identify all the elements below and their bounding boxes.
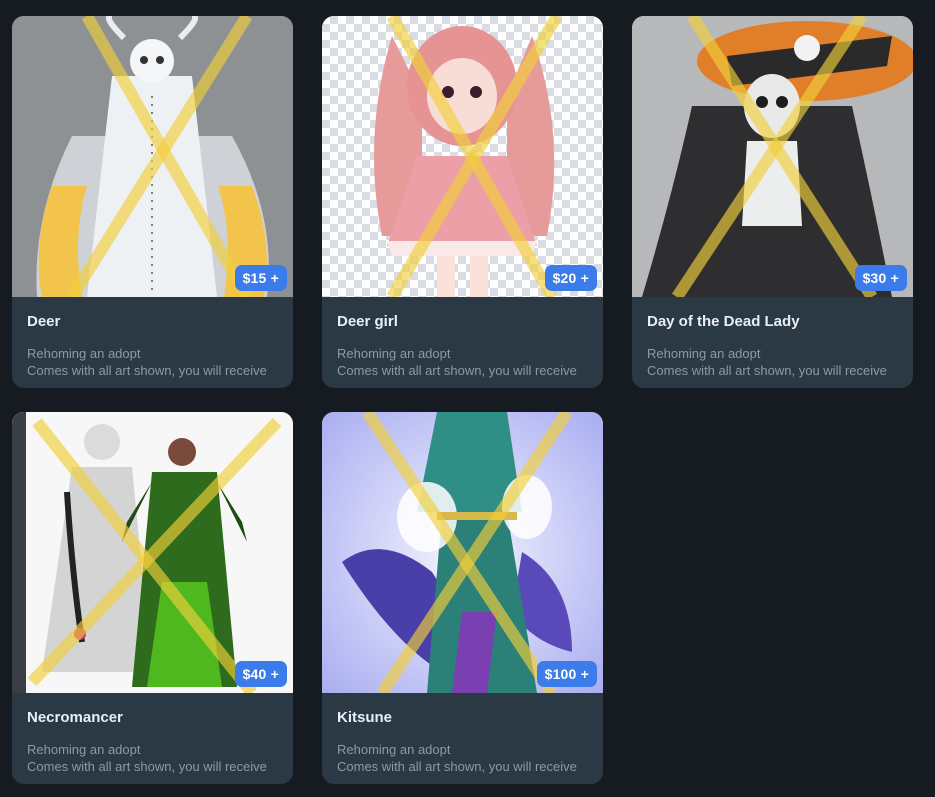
listing-title[interactable]: Day of the Dead Lady — [647, 313, 901, 331]
deer-character-art — [12, 16, 293, 297]
listing-description: Comes with all art shown, you will recei… — [27, 363, 267, 378]
price-badge: $100 + — [536, 661, 597, 687]
listing-image[interactable]: $15 + — [12, 16, 293, 297]
kitsune-character-art — [322, 412, 603, 693]
listing-description: Comes with all art shown, you will recei… — [27, 759, 267, 774]
price-badge: $40 + — [234, 661, 287, 687]
listing-card-kitsune[interactable]: $100 + Kitsune Rehoming an adopt Comes w… — [322, 412, 603, 784]
listing-title[interactable]: Deer girl — [337, 313, 591, 331]
day-of-the-dead-lady-character-art — [632, 16, 913, 297]
listing-image[interactable]: $100 + — [322, 412, 603, 693]
listing-subtitle: Rehoming an adopt — [337, 742, 451, 757]
price-badge: $15 + — [234, 265, 287, 291]
listing-card-necromancer[interactable]: $40 + Necromancer Rehoming an adopt Come… — [12, 412, 293, 784]
price-badge: $30 + — [854, 265, 907, 291]
listing-image[interactable]: $40 + — [12, 412, 293, 693]
listing-description: Comes with all art shown, you will recei… — [647, 363, 887, 378]
price-badge: $20 + — [544, 265, 597, 291]
listing-card-deer[interactable]: $15 + Deer Rehoming an adopt Comes with … — [12, 16, 293, 388]
listing-subtitle: Rehoming an adopt — [647, 346, 761, 361]
listing-description: Comes with all art shown, you will recei… — [337, 363, 577, 378]
listing-title[interactable]: Necromancer — [27, 709, 281, 727]
listing-card-deer-girl[interactable]: $20 + Deer girl Rehoming an adopt Comes … — [322, 16, 603, 388]
deer-girl-character-art — [374, 26, 555, 297]
listing-subtitle: Rehoming an adopt — [337, 346, 451, 361]
listing-card-day-of-the-dead-lady[interactable]: $30 + Day of the Dead Lady Rehoming an a… — [632, 16, 913, 388]
necromancer-character-art — [12, 412, 293, 693]
listing-title[interactable]: Deer — [27, 313, 281, 331]
listing-subtitle: Rehoming an adopt — [27, 742, 141, 757]
listing-image[interactable]: $20 + — [322, 16, 603, 297]
listing-image[interactable]: $30 + — [632, 16, 913, 297]
listing-title[interactable]: Kitsune — [337, 709, 591, 727]
listing-subtitle: Rehoming an adopt — [27, 346, 141, 361]
listing-description: Comes with all art shown, you will recei… — [337, 759, 577, 774]
